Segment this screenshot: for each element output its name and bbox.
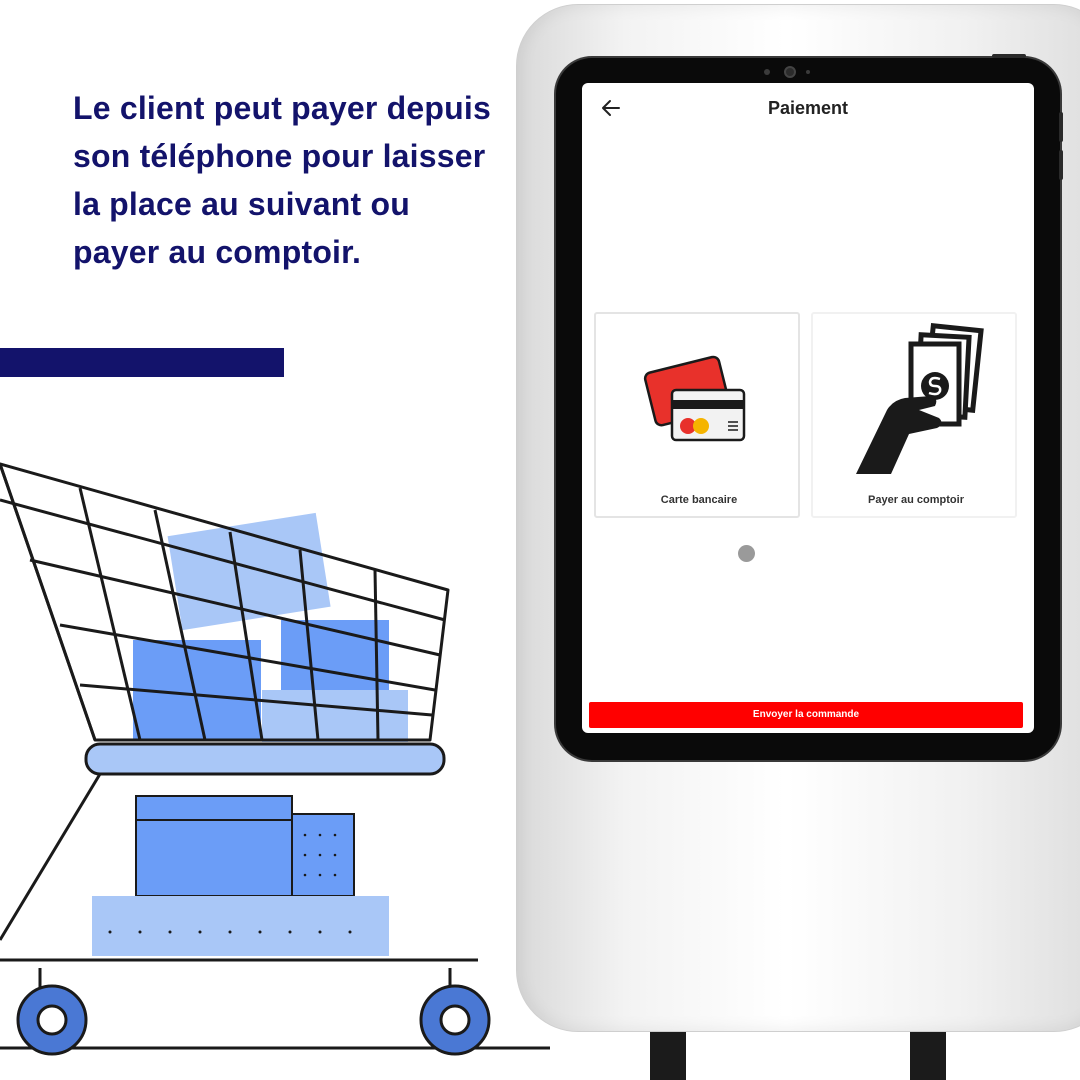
tablet-camera [762,66,822,78]
send-order-button[interactable]: Envoyer la commande [589,702,1023,728]
kiosk-stand [650,1030,950,1080]
accent-bar [0,348,284,377]
tablet-top-button [992,54,1026,58]
kiosk-leg-left [650,1030,686,1080]
kiosk-leg-right [910,1030,946,1080]
payment-screen: Paiement Carte bancaire Payer au comptoi… [582,83,1034,733]
screen-title: Paiement [767,98,849,118]
option-label: Carte bancaire [660,494,738,506]
cash-hand-icon [856,322,984,474]
camera-sensor-icon [764,69,770,75]
headline-text: Le client peut payer depuis son téléphon… [73,90,491,270]
tablet-side-button [1059,150,1063,180]
shopping-cart-illustration [0,462,550,1056]
option-label: Payer au comptoir [868,494,964,506]
camera-lens-icon [784,66,796,78]
option-card-bank-card[interactable]: Carte bancaire [594,312,800,518]
camera-sensor-icon [806,70,810,74]
tablet-side-button [1059,112,1063,142]
credit-card-icon [643,355,746,442]
option-card-pay-at-counter[interactable]: Payer au comptoir [811,312,1017,518]
pager-dot[interactable] [738,545,755,562]
